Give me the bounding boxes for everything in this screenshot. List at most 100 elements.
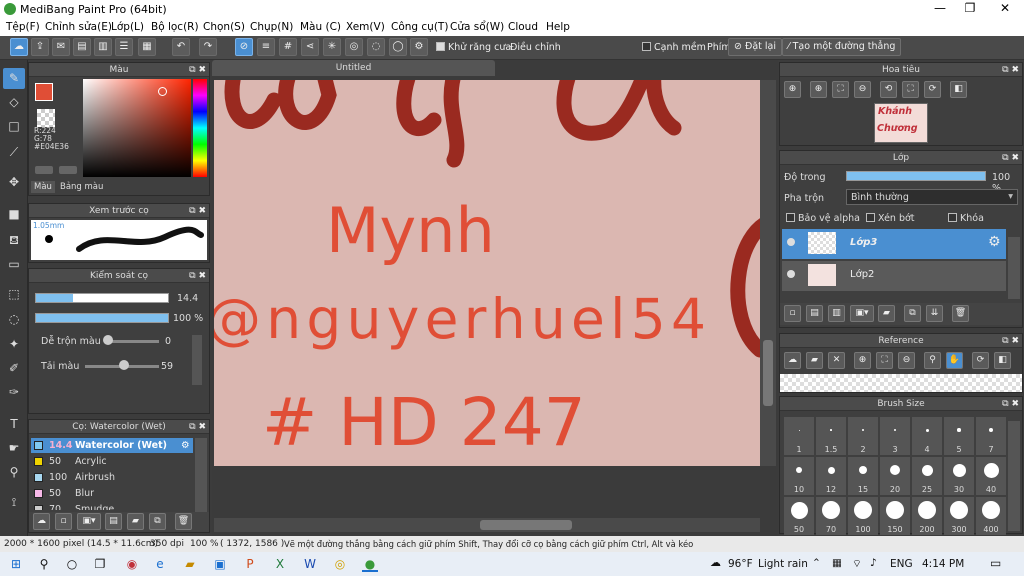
soft-edge-checkbox[interactable] [642, 42, 651, 51]
brush-list-scrollbar[interactable] [195, 438, 207, 512]
powerpoint-icon[interactable]: P [242, 556, 258, 572]
lock-toggle[interactable]: Khóa [948, 213, 984, 224]
clock[interactable]: 4:14 PM [922, 558, 964, 570]
store-icon[interactable]: ▣ [212, 556, 228, 572]
brush-folder-icon[interactable]: ▰ [127, 513, 144, 530]
reference-eyedropper-icon[interactable]: ⚲ [924, 352, 941, 369]
brush-size-cell[interactable]: 15 [848, 457, 878, 495]
reference-zoom-in-icon[interactable]: ⊕ [854, 352, 871, 369]
panel-controls-icon[interactable]: ⧉ ✖ [1002, 63, 1019, 77]
brush-size-cell[interactable]: 3 [880, 417, 910, 455]
menu-file[interactable]: Tệp(F) [6, 21, 40, 33]
wifi-icon[interactable]: ⌔ [852, 557, 862, 571]
lock-checkbox[interactable] [948, 213, 957, 222]
brush-item-acrylic[interactable]: 50 Acrylic [31, 454, 193, 469]
layer-blend-dropdown[interactable]: Bình thường [846, 189, 1018, 205]
grid-icon[interactable]: ▦ [138, 38, 156, 56]
brush-tool-icon[interactable]: ✎ [3, 68, 25, 89]
menu-layer[interactable]: Lớp(L) [111, 21, 144, 33]
edge-icon[interactable]: e [152, 556, 168, 572]
brush-item-airbrush[interactable]: 100 Airbrush [31, 470, 193, 485]
parallel-snap-icon[interactable]: ≡ [257, 38, 275, 56]
antialias-checkbox[interactable] [436, 42, 445, 51]
menu-color[interactable]: Màu (C) [300, 21, 341, 33]
lasso-select-icon[interactable]: ◌ [3, 309, 25, 330]
notification-icon[interactable]: ▭ [990, 556, 1001, 570]
volume-icon[interactable]: ♪ [870, 557, 877, 569]
layer-settings-icon[interactable]: ⚙ [988, 234, 1001, 250]
delete-brush-icon[interactable]: 🗑 [175, 513, 192, 530]
menu-filter[interactable]: Bộ lọc(R) [151, 21, 199, 33]
menu-capture[interactable]: Chụp(N) [250, 21, 293, 33]
protect-alpha-toggle[interactable]: Bảo vệ alpha [786, 213, 860, 224]
fit-window-icon[interactable]: ⛶ [832, 81, 849, 98]
brush-size-cell[interactable]: 2 [848, 417, 878, 455]
brush-size-scrollbar[interactable] [1008, 421, 1020, 531]
vanishing-snap-icon[interactable]: ⋖ [301, 38, 319, 56]
layer-row-2[interactable]: Lớp2 [782, 261, 1006, 291]
file-explorer-icon[interactable]: ▰ [182, 556, 198, 572]
brush-size-cell[interactable]: 100 [848, 497, 878, 535]
new-8bit-layer-icon[interactable]: ▥ [828, 305, 845, 322]
select-pen-tool-icon[interactable]: ✐ [3, 358, 25, 379]
search-icon[interactable]: ⚲ [36, 556, 52, 572]
move-tool-icon[interactable]: ✥ [3, 172, 25, 193]
rotate-right-icon[interactable]: ⟳ [924, 81, 941, 98]
new-brush-icon[interactable]: ▫ [55, 513, 72, 530]
brush-size-cell[interactable]: 1 [784, 417, 814, 455]
app-icon-1[interactable]: ◉ [124, 556, 140, 572]
circle-snap-icon[interactable]: ◎ [345, 38, 363, 56]
brush-settings-icon[interactable]: ⚙ [181, 438, 190, 453]
brush-size-cell[interactable]: 7 [976, 417, 1006, 455]
gradient-tool-icon[interactable]: ▭ [3, 254, 25, 275]
brush-size-cell[interactable]: 400 [976, 497, 1006, 535]
duplicate-brush-icon[interactable]: ⧉ [149, 513, 166, 530]
menu-tools[interactable]: Công cụ(T) [391, 21, 448, 33]
chat-icon[interactable]: ✉ [52, 38, 70, 56]
settings-icon[interactable]: ⚙ [410, 38, 428, 56]
brush-control-scrollbar[interactable] [192, 335, 202, 385]
brush-size-cell[interactable]: 20 [880, 457, 910, 495]
layer-folder-icon[interactable]: ▰ [878, 305, 895, 322]
comment-icon[interactable]: ▤ [73, 38, 91, 56]
maximize-button[interactable]: ❐ [955, 1, 985, 17]
windows-start-icon[interactable]: ⊞ [8, 556, 24, 572]
minimize-button[interactable]: — [925, 1, 955, 17]
brush-size-cell[interactable]: 300 [944, 497, 974, 535]
panel-controls-icon[interactable]: ⧉ ✖ [1002, 151, 1019, 165]
brush-size-cell[interactable]: 1.5 [816, 417, 846, 455]
reference-rotate-icon[interactable]: ⟳ [972, 352, 989, 369]
ellipse-snap-icon[interactable]: ◯ [389, 38, 407, 56]
foreground-color-swatch[interactable] [35, 83, 53, 101]
brush-size-cell[interactable]: 70 [816, 497, 846, 535]
color-mode-button[interactable] [35, 166, 53, 174]
brush-size-slider[interactable] [35, 293, 169, 303]
menu-window[interactable]: Cửa sổ(W) [450, 21, 504, 33]
word-icon[interactable]: W [302, 556, 318, 572]
eraser-tool-icon[interactable]: ◇ [3, 92, 25, 113]
reset-view-icon[interactable]: ◧ [950, 81, 967, 98]
tab-color[interactable]: Màu [31, 181, 55, 193]
radial-snap-icon[interactable]: ✳ [323, 38, 341, 56]
vertical-scroll-thumb[interactable] [763, 340, 773, 406]
tray-chevron-icon[interactable]: ⌃ [812, 557, 821, 569]
operation-tool-icon[interactable]: ☛ [3, 438, 25, 459]
rect-select-icon[interactable]: ⬚ [3, 284, 25, 305]
panel-controls-icon[interactable]: ⧉ ✖ [189, 269, 206, 283]
crosshair-snap-icon[interactable]: # [279, 38, 297, 56]
layer-visibility-icon[interactable] [787, 238, 795, 246]
clipping-checkbox[interactable] [866, 213, 875, 222]
brush-size-cell[interactable]: 50 [784, 497, 814, 535]
delete-layer-icon[interactable]: 🗑 [952, 305, 969, 322]
close-button[interactable]: ✕ [990, 1, 1020, 17]
eyedropper-tool-icon[interactable]: ⚲ [3, 462, 25, 483]
brush-size-cell[interactable]: 12 [816, 457, 846, 495]
menu-view[interactable]: Xem(V) [346, 21, 385, 33]
redo-icon[interactable]: ↷ [199, 38, 217, 56]
excel-icon[interactable]: X [272, 556, 288, 572]
network-icon[interactable]: ▦ [832, 557, 842, 569]
vertical-scrollbar[interactable] [760, 80, 776, 466]
color-option-button[interactable] [59, 166, 77, 174]
brush-cloud-icon[interactable]: ☁ [33, 513, 50, 530]
brush-properties-icon[interactable]: ▤ [105, 513, 122, 530]
